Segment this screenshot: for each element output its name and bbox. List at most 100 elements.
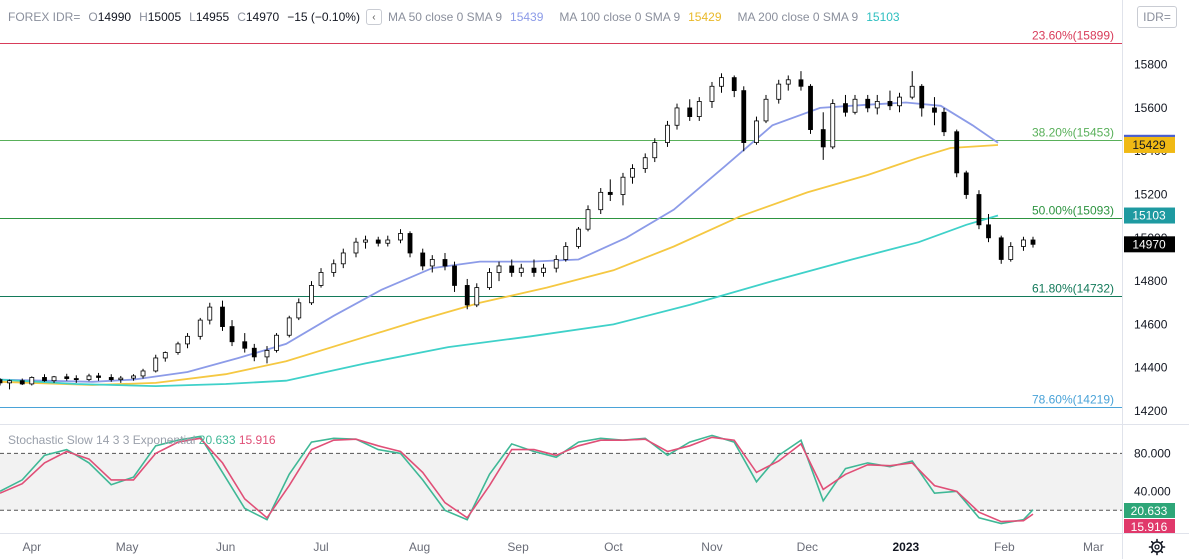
candle-body (86, 375, 92, 381)
candle-body (687, 107, 693, 117)
candle-body (509, 265, 515, 273)
candle-body (887, 101, 893, 107)
candle-body (754, 120, 759, 143)
low-label: L (189, 10, 196, 24)
ma100-label: MA 100 close 0 SMA 9 (559, 10, 681, 24)
change-value: −15 (−0.10%) (287, 10, 360, 24)
candle-body (563, 246, 569, 260)
candle-body (642, 157, 648, 169)
candle-body (830, 103, 836, 148)
time-tick-label: Jun (216, 540, 235, 554)
low-value: 14955 (195, 10, 230, 24)
price-tick-label: 15800 (1134, 58, 1168, 72)
candle-body (487, 272, 492, 289)
candle-body (776, 83, 782, 100)
price-tick-label: 14200 (1134, 404, 1168, 418)
candle-body (874, 101, 880, 109)
candle-body (909, 85, 915, 98)
candle-body (709, 85, 715, 102)
candle-body (242, 341, 248, 349)
stochastic-label: Stochastic Slow 14 3 3 Exponential (8, 433, 196, 447)
candle-body (264, 349, 270, 358)
candle-body (976, 194, 982, 226)
candle-body (309, 285, 314, 304)
candle-body (207, 306, 213, 321)
candle-body (442, 259, 448, 267)
time-tick-label: Aug (409, 540, 430, 554)
candle-body (64, 376, 70, 379)
open-value: 14990 (97, 10, 132, 24)
candle-body (696, 101, 702, 117)
fib-level-label: 23.60%(15899) (1032, 29, 1114, 43)
price-tick-label: 15200 (1134, 188, 1168, 202)
candle-body (42, 377, 47, 382)
price-badge-label: 14970 (1132, 237, 1166, 251)
fib-level-label: 38.20%(15453) (1032, 126, 1114, 140)
candle-body (986, 224, 991, 239)
time-tick-label: 2023 (893, 540, 920, 554)
candle-body (954, 131, 960, 174)
candle-body (318, 272, 324, 286)
candle-body (7, 380, 12, 384)
candle-body (576, 228, 581, 247)
candle-body (798, 79, 804, 87)
candle-body (932, 107, 937, 113)
time-tick-label: Dec (797, 540, 818, 554)
symbol-label: FOREX IDR= (8, 10, 81, 24)
price-badge-label: 15103 (1132, 209, 1166, 223)
candle-body (96, 375, 101, 378)
stochastic-d-value: 15.916 (238, 433, 276, 447)
high-value: 15005 (147, 10, 182, 24)
candle-body (1021, 239, 1026, 247)
price-tick-label: 14800 (1134, 274, 1168, 288)
close-value: 14970 (245, 10, 280, 24)
candle-body (620, 176, 626, 195)
candle-body (19, 380, 25, 385)
candle-body (353, 241, 359, 254)
candle-body (398, 233, 403, 241)
candle-body (843, 103, 848, 113)
candle-body (385, 239, 391, 244)
chevron-left-icon[interactable]: ‹ (365, 9, 382, 25)
candle-body (518, 267, 524, 273)
candle-body (719, 77, 724, 87)
candle-body (865, 98, 871, 109)
candle-body (407, 233, 413, 254)
fib-level-label: 50.00%(15093) (1032, 204, 1114, 218)
chart-canvas[interactable]: 23.60%(15899) 38.20%(15453) 50.00%(15093) 6… (0, 0, 1189, 559)
candle-body (185, 335, 190, 345)
candle-body (131, 375, 136, 379)
candle-body (998, 237, 1004, 260)
candle-body (229, 326, 235, 343)
high-label: H (139, 10, 148, 24)
candle-body (963, 172, 969, 195)
ma200-label: MA 200 close 0 SMA 9 (737, 10, 859, 24)
time-tick-label: Sep (507, 540, 529, 554)
candle-body (553, 259, 559, 269)
candle-body (731, 77, 737, 92)
candle-body (652, 142, 658, 159)
candle-body (785, 79, 791, 85)
candle-body (919, 85, 925, 109)
gear-icon[interactable] (1148, 538, 1166, 556)
candle-body (51, 376, 57, 382)
open-label: O (88, 10, 98, 24)
candle-body (340, 252, 346, 265)
candle-body (162, 352, 168, 359)
price-tick-label: 14600 (1134, 317, 1168, 331)
candle-body (674, 107, 680, 126)
stochastic-legend: Stochastic Slow 14 3 3 Exponential 20.63… (8, 433, 276, 447)
candle-body (175, 343, 181, 353)
chart-legend: FOREX IDR= O 14990 H 15005 L 14955 C 14970 −… (8, 8, 900, 26)
time-tick-label: Oct (604, 540, 623, 554)
candle-body (197, 319, 203, 337)
candle-body (420, 252, 426, 267)
moving-average-line (0, 214, 999, 388)
fib-level-label: 78.60%(14219) (1032, 393, 1114, 407)
symbol-search-box[interactable]: IDR= (1137, 6, 1177, 28)
candle-body (630, 168, 635, 178)
candle-body (153, 357, 159, 372)
time-tick-label: Nov (701, 540, 722, 554)
close-label: C (237, 10, 246, 24)
candle-body (1008, 246, 1014, 260)
